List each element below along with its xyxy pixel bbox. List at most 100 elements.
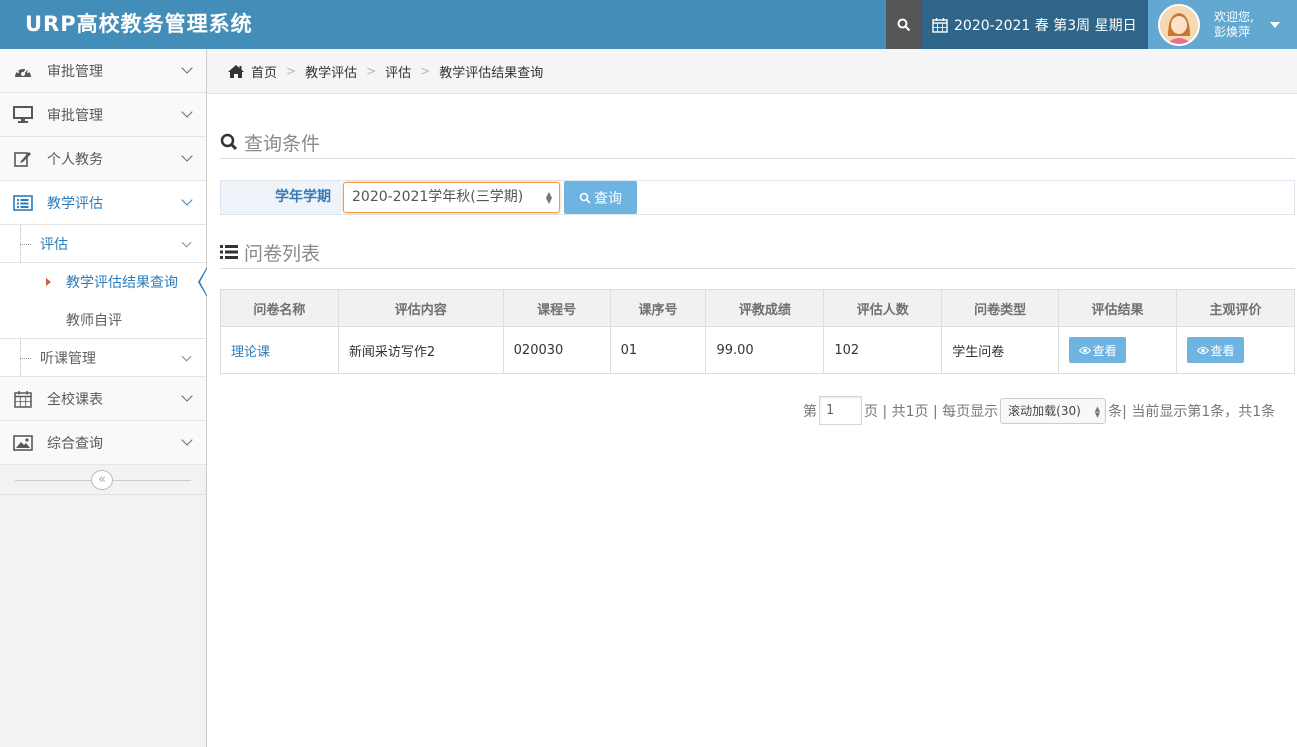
- sidebar-subitem-label: 评估: [40, 236, 68, 253]
- pager-suffix: 条| 当前显示第1条，共1条: [1108, 403, 1276, 420]
- breadcrumb-separator: >: [420, 64, 431, 78]
- select-arrows-icon: ▲ ▼: [1094, 404, 1101, 419]
- sidebar-item-label: 审批管理: [47, 107, 103, 124]
- sidebar-item-label: 综合查询: [47, 435, 103, 452]
- user-menu[interactable]: 欢迎您, 彭焕萍: [1148, 0, 1297, 49]
- column-header[interactable]: 主观评价: [1176, 289, 1295, 327]
- sidebar-item-approval-2[interactable]: 审批管理: [0, 93, 206, 137]
- sidebar: 审批管理 审批管理 个人教务 教学评估 评估 教学评估结果查询 教师自评 听课管…: [0, 49, 207, 747]
- result-cell: 查看: [1058, 326, 1178, 374]
- breadcrumb-item[interactable]: 教学评估: [305, 62, 357, 81]
- current-date-display[interactable]: 2020-2021 春 第3周 星期日: [922, 0, 1148, 49]
- welcome-text: 欢迎您,: [1214, 9, 1254, 24]
- sidebar-subitem-lecture-management[interactable]: 听课管理: [0, 339, 206, 377]
- column-header[interactable]: 课程号: [502, 289, 611, 327]
- date-text: 2020-2021 春 第3周 星期日: [954, 17, 1137, 34]
- column-header[interactable]: 评估人数: [823, 289, 943, 327]
- sidebar-item-teaching-evaluation[interactable]: 教学评估: [0, 181, 206, 225]
- query-form: 学年学期 2020-2021学年秋(三学期) ▲ ▼ 查询: [220, 180, 1295, 215]
- query-section-title: 查询条件: [220, 126, 1295, 159]
- column-header[interactable]: 问卷名称: [220, 289, 339, 327]
- column-header[interactable]: 问卷类型: [941, 289, 1060, 327]
- view-result-button[interactable]: 查看: [1069, 337, 1127, 363]
- sidebar-collapse-bar: «: [0, 465, 206, 495]
- page-size-select[interactable]: 滚动加载(30) ▲ ▼: [1000, 397, 1107, 424]
- search-icon: [897, 18, 911, 31]
- chevron-down-icon: [181, 62, 193, 74]
- questionnaire-name-link[interactable]: 理论课: [231, 345, 270, 360]
- sidebar-item-label: 审批管理: [47, 63, 103, 80]
- term-select[interactable]: 2020-2021学年秋(三学期) ▲ ▼: [343, 182, 560, 213]
- score-cell: 99.00: [705, 326, 825, 374]
- list-section-title: 问卷列表: [220, 236, 1295, 269]
- app-title[interactable]: URP高校教务管理系统: [25, 0, 253, 49]
- breadcrumb-item[interactable]: 评估: [385, 62, 411, 81]
- sidebar-item-school-timetable[interactable]: 全校课表: [0, 377, 206, 421]
- sidebar-submenu: 评估 教学评估结果查询 教师自评 听课管理: [0, 225, 207, 377]
- chevron-down-icon: [181, 194, 193, 206]
- search-icon: [220, 133, 238, 151]
- column-header[interactable]: 评估内容: [337, 289, 504, 327]
- desktop-icon: [13, 106, 33, 124]
- calendar-icon: [13, 390, 33, 408]
- user-name: 彭焕萍: [1214, 24, 1251, 39]
- sidebar-item-label: 全校课表: [47, 391, 103, 408]
- term-label: 学年学期: [221, 181, 341, 214]
- column-header[interactable]: 评估结果: [1058, 289, 1178, 327]
- sidebar-subitem-label: 教师自评: [66, 312, 122, 329]
- pager-total: 页 | 共1页 | 每页显示: [864, 403, 999, 420]
- sidebar-item-comprehensive-query[interactable]: 综合查询: [0, 421, 206, 465]
- eye-icon: [1196, 346, 1209, 354]
- column-header[interactable]: 评教成绩: [705, 289, 825, 327]
- questionnaire-table: 问卷名称 评估内容 课程号 课序号 评教成绩 评估人数 问卷类型 评估结果 主观…: [220, 289, 1295, 374]
- sidebar-item-personal-affairs[interactable]: 个人教务: [0, 137, 206, 181]
- table-header-row: 问卷名称 评估内容 课程号 课序号 评教成绩 评估人数 问卷类型 评估结果 主观…: [220, 289, 1295, 327]
- picture-icon: [13, 434, 33, 452]
- sidebar-subitem-evaluation-result[interactable]: 教学评估结果查询: [0, 263, 207, 301]
- sidebar-collapse-button[interactable]: «: [91, 470, 113, 490]
- list-icon: [220, 244, 238, 260]
- view-comment-button[interactable]: 查看: [1187, 337, 1245, 363]
- chevron-down-icon: [181, 390, 193, 402]
- avatar: [1158, 3, 1200, 46]
- term-select-value: 2020-2021学年秋(三学期): [352, 189, 524, 205]
- seq-no-cell: 01: [609, 326, 707, 374]
- questionnaire-name-cell: 理论课: [220, 326, 339, 374]
- search-button[interactable]: [886, 0, 922, 49]
- chevron-down-icon: [181, 106, 193, 118]
- home-icon: [227, 64, 245, 79]
- chevron-down-icon: [181, 434, 193, 446]
- caret-down-icon: [1269, 21, 1280, 28]
- query-button[interactable]: 查询: [564, 181, 637, 214]
- dashboard-icon: [13, 62, 33, 80]
- comment-cell: 查看: [1176, 326, 1295, 374]
- chevron-down-icon: [181, 150, 193, 162]
- sidebar-subitem-teacher-self-eval[interactable]: 教师自评: [0, 301, 206, 339]
- caret-right-icon: [46, 278, 51, 286]
- chevron-down-icon: [181, 351, 192, 362]
- type-cell: 学生问卷: [941, 326, 1060, 374]
- breadcrumb-separator: >: [366, 64, 377, 78]
- sidebar-item-approval-1[interactable]: 审批管理: [0, 49, 206, 93]
- search-icon: [579, 192, 591, 204]
- page-number-input[interactable]: 1: [819, 396, 862, 425]
- table-row: 理论课 新闻采访写作2 020030 01 99.00 102 学生问卷 查看 …: [220, 326, 1295, 374]
- pagination: 第 1 页 | 共1页 | 每页显示 滚动加载(30) ▲ ▼ 条| 当前显示第1…: [803, 396, 1275, 425]
- breadcrumb-home-link[interactable]: 首页: [251, 62, 277, 81]
- pager-prefix: 第: [803, 403, 817, 420]
- course-no-cell: 020030: [502, 326, 611, 374]
- column-header[interactable]: 课序号: [609, 289, 707, 327]
- count-cell: 102: [823, 326, 943, 374]
- sidebar-subitem-label: 教学评估结果查询: [66, 275, 178, 291]
- sidebar-subitem-label: 听课管理: [40, 350, 96, 367]
- calendar-icon: [932, 17, 948, 33]
- top-navbar: URP高校教务管理系统 2020-2021 春 第3周 星期日 欢迎您, 彭焕萍: [0, 0, 1297, 49]
- edit-icon: [13, 150, 33, 168]
- list-alt-icon: [13, 194, 33, 212]
- select-arrows-icon: ▲ ▼: [545, 190, 552, 205]
- sidebar-subitem-evaluation[interactable]: 评估: [0, 225, 206, 263]
- breadcrumb-separator: >: [286, 64, 297, 78]
- eval-content-cell: 新闻采访写作2: [337, 326, 504, 374]
- breadcrumb-current: 教学评估结果查询: [439, 65, 544, 81]
- breadcrumb: 首页 > 教学评估 > 评估 > 教学评估结果查询: [207, 49, 1297, 94]
